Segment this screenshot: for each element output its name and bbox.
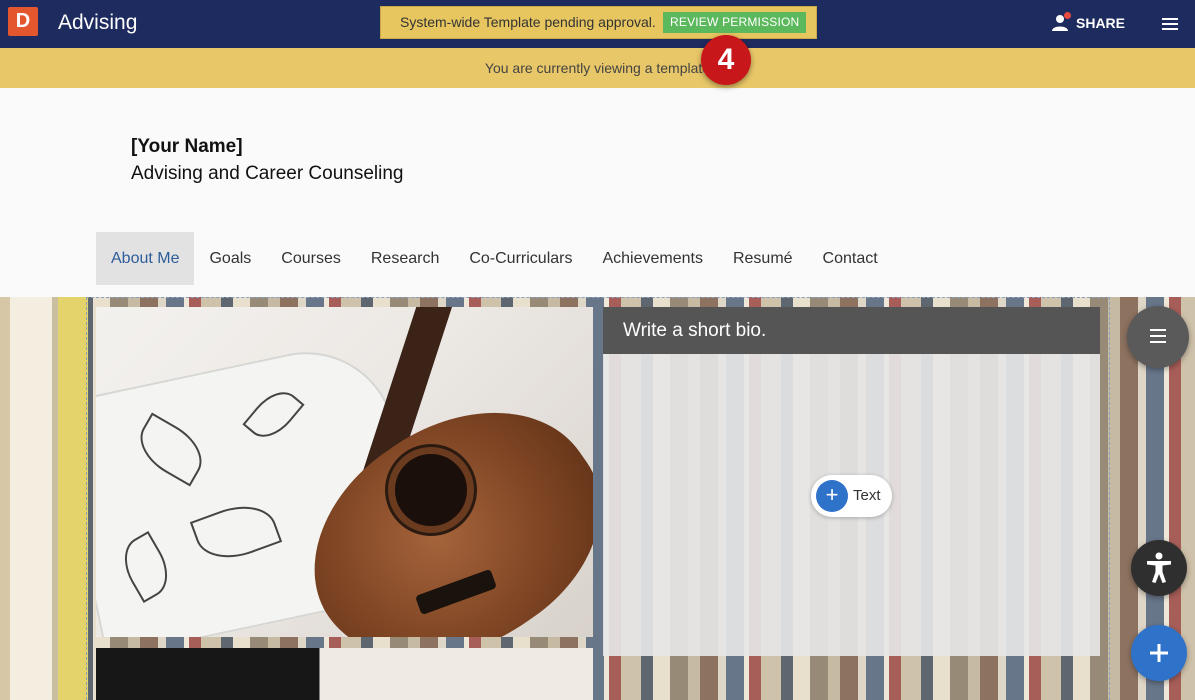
nav-item-co-curriculars[interactable]: Co-Curriculars	[454, 232, 587, 285]
share-label: SHARE	[1076, 15, 1126, 31]
accessibility-icon	[1147, 552, 1171, 583]
accessibility-button[interactable]	[1131, 540, 1187, 596]
second-photo[interactable]	[96, 648, 593, 700]
share-button[interactable]: SHARE	[1052, 12, 1126, 33]
guitar-photo[interactable]	[96, 307, 593, 637]
hamburger-menu-icon	[1150, 329, 1166, 343]
nav-item-about-me[interactable]: About Me	[96, 232, 195, 285]
plus-icon: +	[816, 480, 848, 512]
plus-icon	[1150, 644, 1168, 662]
profile-name[interactable]: [Your Name]	[131, 136, 243, 158]
review-permission-button[interactable]: REVIEW PERMISSION	[663, 12, 807, 33]
add-content-button[interactable]	[1131, 625, 1187, 681]
template-notice-bar: You are currently viewing a template	[0, 48, 1195, 88]
page-nav: About Me Goals Courses Research Co-Curri…	[96, 232, 893, 285]
nav-item-research[interactable]: Research	[356, 232, 454, 285]
nav-item-achievements[interactable]: Achievements	[587, 232, 718, 285]
person-icon	[1052, 12, 1071, 32]
pending-approval-text: System-wide Template pending approval.	[400, 14, 656, 30]
top-bar: D Advising System-wide Template pending …	[0, 0, 1195, 48]
bio-heading[interactable]: Write a short bio.	[603, 307, 1100, 354]
nav-item-resume[interactable]: Resumé	[718, 232, 808, 285]
nav-item-contact[interactable]: Contact	[808, 232, 893, 285]
notification-dot	[1064, 12, 1071, 19]
template-notice-text: You are currently viewing a template	[484, 60, 711, 76]
app-title: Advising	[58, 11, 138, 34]
profile-subtitle[interactable]: Advising and Career Counseling	[131, 163, 404, 185]
bookshelf-background	[0, 297, 88, 700]
bio-panel[interactable]: Write a short bio. + Text	[603, 307, 1100, 656]
guitar-sound-hole	[388, 447, 474, 533]
step-badge: 4	[701, 35, 751, 85]
nav-item-goals[interactable]: Goals	[194, 232, 266, 285]
content-area: Write a short bio. + Text	[0, 297, 1195, 700]
add-text-label: Text	[853, 487, 881, 504]
floating-menu-button[interactable]	[1127, 306, 1189, 368]
app-logo[interactable]: D	[8, 7, 38, 36]
nav-item-courses[interactable]: Courses	[266, 232, 356, 285]
add-text-button[interactable]: + Text	[811, 475, 892, 517]
pending-approval-banner: System-wide Template pending approval. R…	[380, 6, 817, 39]
hamburger-menu-icon[interactable]	[1160, 14, 1180, 34]
